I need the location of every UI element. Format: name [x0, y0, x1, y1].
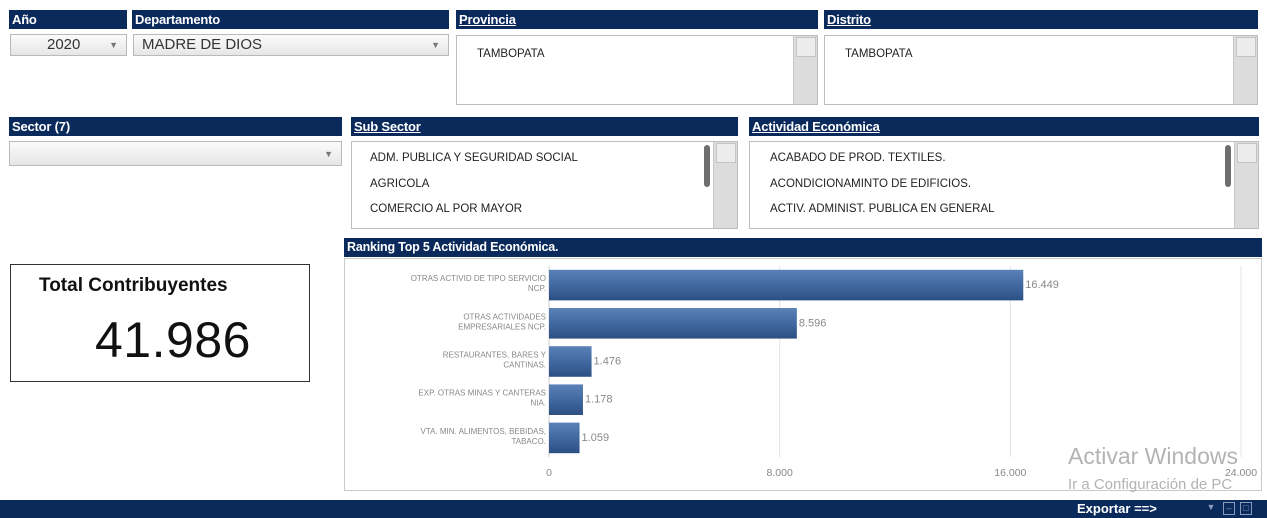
- category-label: EXP. OTRAS MINAS Y CANTERAS: [418, 389, 546, 398]
- category-label: RESTAURANTES, BARES Y: [443, 351, 547, 360]
- list-item[interactable]: ADM. PUBLICA Y SEGURIDAD SOCIAL: [352, 152, 578, 164]
- chevron-down-icon[interactable]: ▼: [109, 35, 118, 55]
- anio-select[interactable]: 2020 ▼: [10, 34, 127, 56]
- provincia-header: Provincia: [456, 10, 818, 29]
- provincia-list[interactable]: TAMBOPATA: [456, 35, 818, 105]
- category-label: TABACO.: [511, 437, 546, 446]
- distrito-header: Distrito: [824, 10, 1258, 29]
- chevron-down-icon[interactable]: ▼: [324, 144, 333, 164]
- list-item[interactable]: ACABADO DE PROD. TEXTILES.: [750, 152, 946, 164]
- scrollbar[interactable]: [1233, 36, 1257, 104]
- bar: [549, 346, 592, 377]
- x-tick-label: 8.000: [767, 467, 793, 479]
- category-label: CANTINAS.: [503, 361, 546, 370]
- scroll-up-button[interactable]: [1237, 143, 1257, 163]
- departamento-header: Departamento: [132, 10, 449, 29]
- distrito-list[interactable]: TAMBOPATA: [824, 35, 1258, 105]
- scrollbar[interactable]: [713, 142, 737, 228]
- list-item[interactable]: ACONDICIONAMINTO DE EDIFICIOS.: [750, 178, 971, 190]
- scroll-up-button[interactable]: [1236, 37, 1256, 57]
- scroll-up-button[interactable]: [716, 143, 736, 163]
- kpi-value: 41.986: [95, 312, 251, 368]
- category-label: OTRAS ACTIVIDADES: [463, 312, 546, 321]
- list-item[interactable]: TAMBOPATA: [457, 48, 545, 60]
- subsector-list[interactable]: ADM. PUBLICA Y SEGURIDAD SOCIAL AGRICOLA…: [351, 141, 738, 229]
- category-label: NIA.: [530, 399, 546, 408]
- export-button[interactable]: Exportar ==>: [1077, 501, 1157, 516]
- activation-watermark-title: Activar Windows: [1068, 443, 1238, 469]
- category-label: NCP.: [528, 284, 546, 293]
- list-item[interactable]: ACTIV. ADMINIST. PUBLICA EN GENERAL: [750, 203, 995, 215]
- bar: [549, 269, 1024, 301]
- scrollbar[interactable]: [793, 36, 817, 104]
- list-item[interactable]: COMERCIO AL POR MAYOR: [352, 203, 522, 215]
- x-tick-label: 16.000: [994, 467, 1026, 479]
- category-label: VTA. MIN. ALIMENTOS, BEBIDAS,: [420, 427, 546, 436]
- subsector-header: Sub Sector: [351, 117, 738, 136]
- scrollbar-thumb[interactable]: [704, 145, 710, 187]
- data-label: 8.596: [799, 317, 827, 329]
- departamento-value: MADRE DE DIOS: [142, 36, 263, 53]
- actividad-header: Actividad Económica: [749, 117, 1259, 136]
- sector-header: Sector (7): [9, 117, 342, 136]
- scroll-up-button[interactable]: [796, 37, 816, 57]
- category-label: OTRAS ACTIVID DE TIPO SERVICIO: [411, 274, 546, 283]
- scrollbar-thumb[interactable]: [1225, 145, 1231, 187]
- maximize-icon[interactable]: □: [1240, 502, 1252, 515]
- kpi-label: Total Contribuyentes: [39, 275, 228, 296]
- list-item[interactable]: TAMBOPATA: [825, 48, 913, 60]
- activation-watermark-subtitle: Ir a Configuración de PC: [1068, 476, 1233, 493]
- chart-title: Ranking Top 5 Actividad Económica.: [344, 238, 1262, 257]
- category-label: EMPRESARIALES NCP.: [458, 322, 546, 331]
- chevron-down-icon[interactable]: ▼: [1205, 502, 1217, 515]
- minimize-icon[interactable]: –: [1223, 502, 1235, 515]
- bar: [549, 422, 580, 454]
- bar: [549, 384, 583, 415]
- total-contribuyentes-card: Total Contribuyentes 41.986: [10, 264, 310, 382]
- x-tick-label: 0: [546, 467, 552, 479]
- anio-header: Año: [9, 10, 127, 29]
- chevron-down-icon[interactable]: ▼: [431, 35, 440, 55]
- sector-select[interactable]: ▼: [9, 141, 342, 166]
- data-label: 1.476: [594, 356, 622, 368]
- scrollbar[interactable]: [1234, 142, 1258, 228]
- list-item[interactable]: AGRICOLA: [352, 178, 429, 190]
- data-label: 16.449: [1025, 279, 1059, 291]
- actividad-list[interactable]: ACABADO DE PROD. TEXTILES. ACONDICIONAMI…: [749, 141, 1259, 229]
- anio-value: 2020: [47, 36, 81, 53]
- data-label: 1.178: [585, 394, 613, 406]
- data-label: 1.059: [582, 432, 610, 444]
- bottom-bar: Exportar ==> ▼ – □: [0, 500, 1267, 518]
- departamento-select[interactable]: MADRE DE DIOS ▼: [133, 34, 449, 56]
- bar: [549, 308, 797, 339]
